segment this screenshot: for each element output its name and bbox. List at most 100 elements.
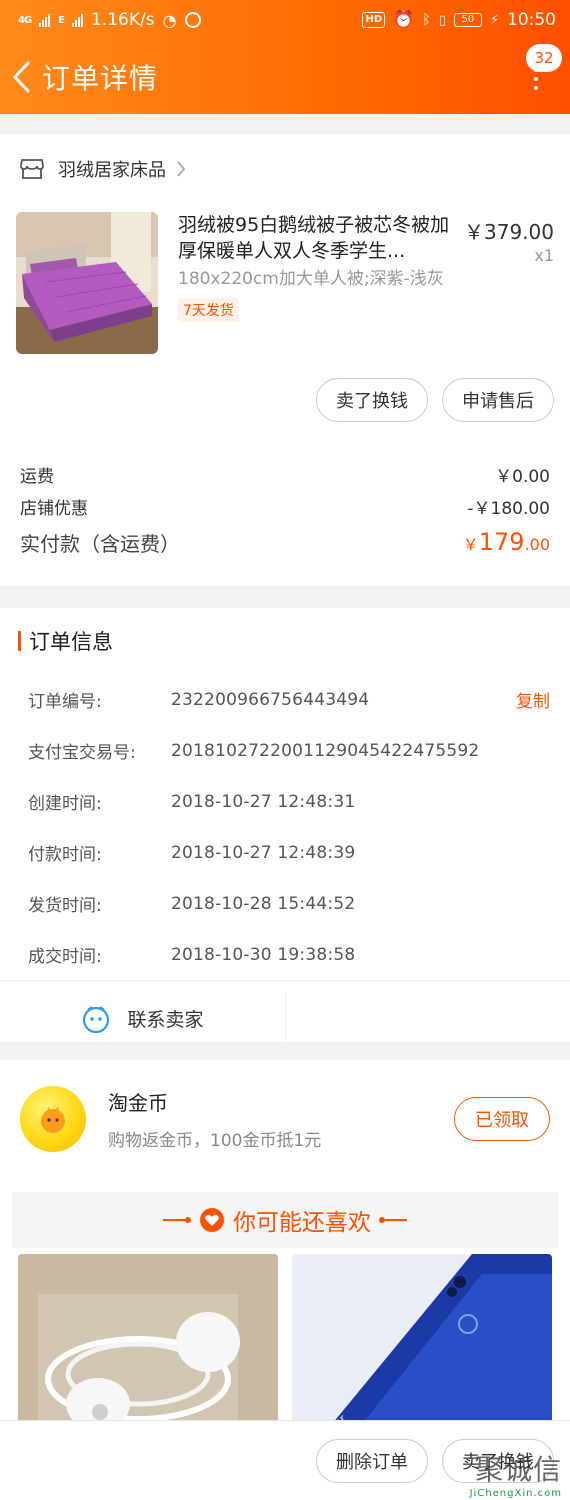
- completed-time-row: 成交时间: 2018-10-30 19:38:58: [0, 929, 570, 980]
- product-info: 羽绒被95白鹅绒被子被芯冬被加厚保暖单人双人冬季学生... 180x220cm加…: [158, 212, 554, 364]
- info-label: 发货时间:: [28, 896, 102, 916]
- bed-photo: [16, 212, 158, 354]
- recommend-header: 你可能还喜欢: [12, 1192, 558, 1248]
- bottom-action-bar: 删除订单 卖了换钱 聚诚信 JiChengXin.com: [0, 1420, 570, 1500]
- clock-time: 10:50: [507, 10, 556, 30]
- arrow-line-right: [379, 1217, 407, 1223]
- created-time-row: 创建时间: 2018-10-27 12:48:31: [0, 776, 570, 827]
- coin-subtitle: 购物返金币，100金币抵1元: [108, 1131, 322, 1151]
- heart-icon: [200, 1208, 224, 1232]
- info-value: 2018102722001129045422475592: [171, 740, 480, 761]
- copy-button[interactable]: 复制: [516, 687, 550, 712]
- product-image[interactable]: [16, 212, 158, 354]
- product-price: ￥379.00: [464, 220, 554, 244]
- back-button[interactable]: [4, 40, 40, 114]
- earphones-photo: [18, 1254, 278, 1430]
- shipping-label: 运费: [20, 466, 54, 487]
- taojinbi-coin-icon: [20, 1086, 86, 1152]
- shipped-time-row: 发货时间: 2018-10-28 15:44:52: [0, 878, 570, 929]
- shipping-value: ￥0.00: [495, 466, 550, 487]
- recommend-title: 你可能还喜欢: [233, 1210, 371, 1236]
- chevron-right-icon: [177, 161, 186, 177]
- vibrate-icon: ▯: [438, 12, 446, 28]
- sell-for-cash-button[interactable]: 卖了换钱: [316, 378, 428, 422]
- product-sku: 180x220cm加大单人被;深紫-浅灰: [178, 269, 444, 289]
- shop-name: 羽绒居家床品: [58, 160, 166, 181]
- info-value: 2018-10-27 12:48:39: [171, 842, 356, 863]
- paid-time-row: 付款时间: 2018-10-27 12:48:39: [0, 827, 570, 878]
- product-title[interactable]: 羽绒被95白鹅绒被子被芯冬被加厚保暖单人双人冬季学生...: [178, 212, 453, 264]
- page-title: 订单详情: [42, 62, 159, 95]
- recommend-item-phone[interactable]: honor: [292, 1254, 552, 1434]
- signal-icon: [39, 13, 51, 27]
- hd-icon: HD: [362, 12, 386, 28]
- phone-photo: honor: [292, 1254, 552, 1434]
- chevron-left-icon: [12, 60, 31, 94]
- shop-row[interactable]: 羽绒居家床品: [0, 134, 570, 204]
- alipay-trade-row: 支付宝交易号: 2018102722001129045422475592: [0, 725, 570, 776]
- total-value: ￥179.00: [463, 528, 550, 556]
- order-info-card: 订单信息 订单编号: 232200966756443494 复制 支付宝交易号:…: [0, 608, 570, 1045]
- recommend-section: 你可能还喜欢 honor: [0, 1178, 570, 1434]
- discount-row: 店铺优惠 -￥180.00: [20, 490, 550, 522]
- order-info-title: 订单信息: [29, 630, 113, 654]
- status-bar: 4G E 1.16K/s ◔ HD ⏰ ᛒ ▯ 50 ⚡ 10:50: [0, 0, 570, 40]
- after-sale-button[interactable]: 申请售后: [442, 378, 554, 422]
- product-quantity: x1: [534, 246, 554, 265]
- site-watermark: 聚诚信 JiChengXin.com: [452, 1448, 562, 1499]
- bluetooth-icon: ᛒ: [422, 12, 431, 28]
- network-type-2: E: [58, 14, 65, 26]
- alarm-icon: ⏰: [393, 10, 415, 30]
- watermark-sub: JiChengXin.com: [469, 1488, 562, 1499]
- contact-seller-label: 联系卖家: [127, 1009, 204, 1031]
- coin-text: 淘金币 购物返金币，100金币抵1元: [108, 1087, 454, 1151]
- contact-row: 联系卖家: [0, 980, 570, 1056]
- discount-label: 店铺优惠: [20, 498, 88, 519]
- delivery-tag: 7天发货: [178, 298, 239, 322]
- total-row: 实付款（含运费） ￥179.00: [20, 522, 550, 562]
- recommend-grid: honor: [0, 1248, 570, 1434]
- order-info-header: 订单信息: [0, 608, 570, 674]
- network-type-1: 4G: [18, 14, 32, 26]
- info-value: 2018-10-30 19:38:58: [171, 944, 356, 965]
- chat-face-icon: [83, 1005, 110, 1033]
- app-header: 4G E 1.16K/s ◔ HD ⏰ ᛒ ▯ 50 ⚡ 10:50 订单详情 …: [0, 0, 570, 114]
- info-label: 订单编号:: [28, 692, 102, 712]
- coin-card: 淘金币 购物返金币，100金币抵1元 已领取: [0, 1060, 570, 1178]
- dot-icon: [534, 86, 538, 90]
- contact-seller-button[interactable]: 联系卖家: [0, 992, 286, 1045]
- order-number-row: 订单编号: 232200966756443494 复制: [0, 674, 570, 725]
- info-label: 创建时间:: [28, 794, 102, 814]
- discount-value: -￥180.00: [467, 498, 550, 519]
- order-info-list: 订单编号: 232200966756443494 复制 支付宝交易号: 2018…: [0, 674, 570, 980]
- info-value: 2018-10-27 12:48:31: [171, 791, 356, 812]
- network-speed: 1.16K/s: [91, 10, 155, 30]
- info-label: 付款时间:: [28, 845, 102, 865]
- qq-icon: ◔: [162, 10, 177, 30]
- app-notification-icon: [184, 12, 201, 28]
- battery-icon: 50: [453, 13, 482, 27]
- coin-title: 淘金币: [108, 1091, 168, 1115]
- total-integer: 179: [478, 528, 525, 556]
- message-badge[interactable]: 32: [526, 44, 562, 72]
- info-label: 支付宝交易号:: [28, 743, 136, 763]
- watermark-text: 聚诚信: [474, 1453, 562, 1486]
- order-product-card: 羽绒居家床品 羽绒被95白鹅绒被子被芯冬被加厚保暖单人双人冬季学生... 180: [0, 134, 570, 586]
- total-decimal: .00: [524, 535, 550, 554]
- info-value: 232200966756443494: [171, 689, 370, 710]
- total-label: 实付款（含运费）: [20, 531, 180, 556]
- info-label: 成交时间:: [28, 947, 102, 967]
- arrow-line-left: [163, 1217, 191, 1223]
- section-accent-bar: [18, 631, 21, 651]
- info-value: 2018-10-28 15:44:52: [171, 893, 356, 914]
- coin-claimed-button[interactable]: 已领取: [454, 1097, 550, 1141]
- dot-icon: [534, 77, 538, 81]
- delete-order-button[interactable]: 删除订单: [316, 1438, 428, 1483]
- product-row[interactable]: 羽绒被95白鹅绒被子被芯冬被加厚保暖单人双人冬季学生... 180x220cm加…: [0, 204, 570, 364]
- signal-icon-2: [72, 13, 84, 27]
- recommend-item-earphones[interactable]: [18, 1254, 278, 1434]
- total-currency: ￥: [462, 535, 479, 554]
- shipping-row: 运费 ￥0.00: [20, 458, 550, 490]
- coin-mascot-icon: [41, 1107, 65, 1133]
- nav-bar: 订单详情 32: [0, 40, 570, 114]
